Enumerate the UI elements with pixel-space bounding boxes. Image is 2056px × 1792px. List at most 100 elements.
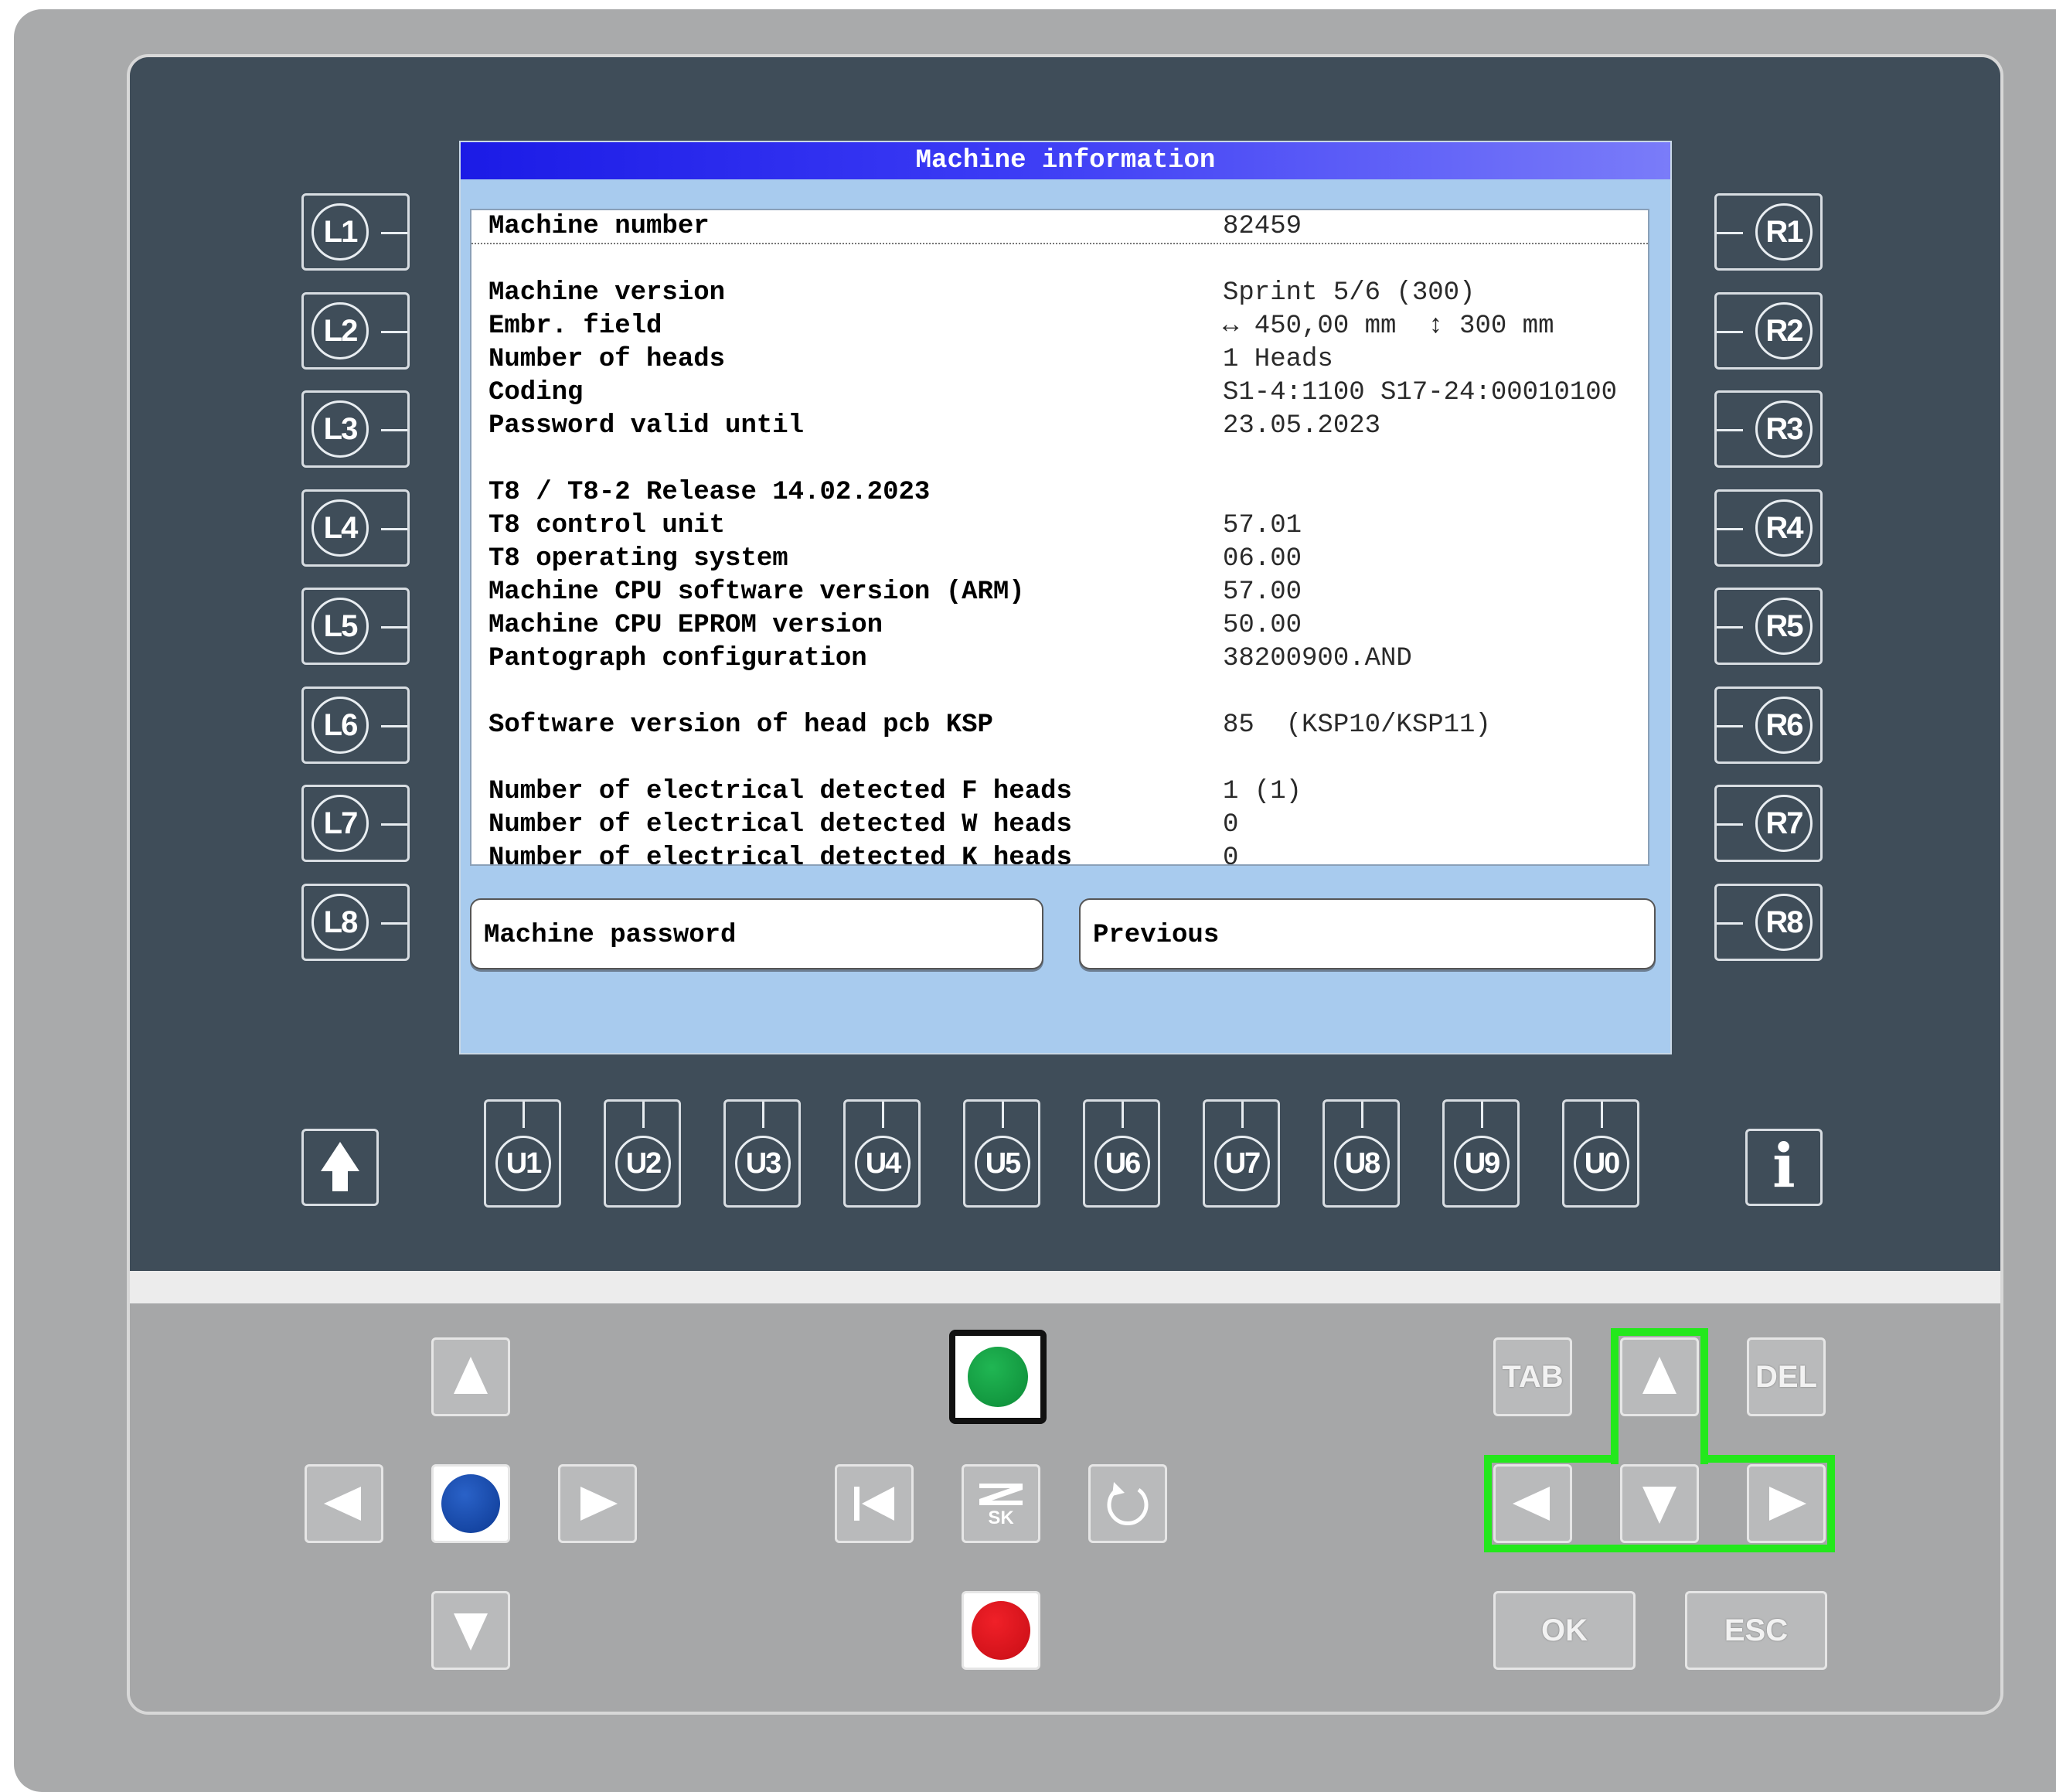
softkey-u8[interactable]: U8	[1322, 1099, 1400, 1208]
softkey-label: L8	[311, 893, 369, 951]
softkey-connector	[381, 429, 407, 431]
softkey-connector	[381, 724, 407, 727]
green-start-icon	[968, 1347, 1028, 1407]
softkey-r3[interactable]: R3	[1714, 390, 1823, 468]
previous-button[interactable]: Previous	[1079, 898, 1656, 969]
softkey-label: U3	[735, 1136, 791, 1191]
machine-password-button[interactable]: Machine password	[470, 898, 1043, 969]
up-arrow-icon	[321, 1142, 359, 1191]
red-stop-icon	[972, 1601, 1030, 1660]
nav-down-button[interactable]	[1620, 1464, 1699, 1543]
del-button[interactable]: DEL	[1747, 1337, 1826, 1416]
softkey-label: U4	[855, 1136, 911, 1191]
softkey-r2[interactable]: R2	[1714, 291, 1823, 370]
triangle-up-icon	[1642, 1357, 1676, 1394]
info-row-label: Embr. field	[488, 312, 662, 341]
pad-left-button[interactable]	[305, 1464, 383, 1543]
softkey-l5[interactable]: L5	[301, 588, 410, 665]
softkey-r7[interactable]: R7	[1714, 785, 1823, 862]
softkey-label: R1	[1755, 203, 1813, 261]
triangle-down-icon	[454, 1613, 488, 1651]
softkey-r6[interactable]: R6	[1714, 686, 1823, 764]
softkey-connector	[1002, 1102, 1004, 1128]
info-row-label: Number of heads	[488, 345, 726, 374]
panel-divider	[130, 1271, 2000, 1303]
info-row-label: Password valid until	[488, 411, 805, 441]
ok-button[interactable]: OK	[1493, 1591, 1636, 1670]
softkey-connector	[381, 232, 407, 234]
screen-title: Machine information	[461, 142, 1670, 179]
softkey-r5[interactable]: R5	[1714, 588, 1823, 665]
pad-down-button[interactable]	[431, 1591, 510, 1670]
tab-button[interactable]: TAB	[1493, 1337, 1572, 1416]
triangle-down-icon	[1642, 1487, 1676, 1524]
softkey-r4[interactable]: R4	[1714, 489, 1823, 567]
softkey-label: R5	[1755, 598, 1813, 655]
softkey-u3[interactable]: U3	[723, 1099, 801, 1208]
nav-left-button[interactable]	[1493, 1464, 1572, 1543]
softkey-r8[interactable]: R8	[1714, 883, 1823, 961]
softkey-label: U5	[975, 1136, 1030, 1191]
blue-dot-icon	[441, 1474, 500, 1533]
triangle-up-icon	[454, 1357, 488, 1394]
info-row-label: T8 control unit	[488, 511, 726, 540]
nav-right-button[interactable]	[1747, 1464, 1826, 1543]
softkey-connector	[1717, 429, 1743, 431]
zsk-logo-button[interactable]: SK	[962, 1464, 1040, 1543]
softkey-label: L2	[311, 302, 369, 359]
pad-center-blue-button[interactable]	[431, 1464, 510, 1543]
softkey-label: U6	[1094, 1136, 1150, 1191]
reload-button[interactable]	[1088, 1464, 1167, 1543]
softkey-label: U7	[1214, 1136, 1270, 1191]
softkey-l7[interactable]: L7	[301, 785, 410, 862]
softkey-u6[interactable]: U6	[1083, 1099, 1160, 1208]
info-row-label: Machine CPU EPROM version	[488, 611, 883, 640]
softkey-u0[interactable]: U0	[1562, 1099, 1639, 1208]
control-panel-device: L1 L2 L3 L4 L5 L6 L7 L8 R1 R2 R3 R4 R5 R6 R7 R8 Machin…	[14, 9, 2056, 1792]
info-row-value: Sprint 5/6 (300)	[1223, 278, 1476, 308]
start-button[interactable]	[949, 1330, 1047, 1424]
info-row-value: 06.00	[1223, 544, 1302, 574]
info-row-value: 57.01	[1223, 511, 1302, 540]
softkey-r1[interactable]: R1	[1714, 193, 1823, 271]
softkey-u4[interactable]: U4	[843, 1099, 921, 1208]
softkey-u9[interactable]: U9	[1442, 1099, 1520, 1208]
info-row-value: 1 (1)	[1223, 777, 1302, 806]
machine-info-list[interactable]: Machine number 82459 Machine version Sprint…	[470, 209, 1649, 866]
softkey-label: L1	[311, 203, 369, 261]
stop-button[interactable]	[962, 1591, 1040, 1670]
softkey-label: L5	[311, 598, 369, 655]
softkey-connector	[381, 330, 407, 333]
info-row-value: 0	[1223, 843, 1239, 866]
softkey-u1[interactable]: U1	[484, 1099, 561, 1208]
softkey-connector	[1241, 1102, 1244, 1128]
softkey-connector	[381, 626, 407, 629]
esc-button[interactable]: ESC	[1685, 1591, 1827, 1670]
info-row-value: 38200900.AND	[1223, 644, 1412, 673]
softkey-l6[interactable]: L6	[301, 686, 410, 764]
info-row-label: Number of electrical detected K heads	[488, 843, 1072, 866]
softkey-u5[interactable]: U5	[963, 1099, 1040, 1208]
pad-right-button[interactable]	[558, 1464, 637, 1543]
softkey-label: L4	[311, 499, 369, 557]
pad-up-button[interactable]	[431, 1337, 510, 1416]
info-row-label: Pantograph configuration	[488, 644, 867, 673]
shift-up-key[interactable]	[301, 1129, 379, 1206]
nav-up-button[interactable]	[1620, 1337, 1699, 1416]
display-section: L1 L2 L3 L4 L5 L6 L7 L8 R1 R2 R3 R4 R5 R6 R7 R8 Machin…	[130, 57, 2000, 1271]
softkey-label: R8	[1755, 893, 1813, 951]
softkey-l4[interactable]: L4	[301, 489, 410, 567]
softkey-connector	[1481, 1102, 1483, 1128]
info-row-value: 85 (KSP10/KSP11)	[1223, 710, 1491, 740]
softkey-l8[interactable]: L8	[301, 883, 410, 961]
softkey-l2[interactable]: L2	[301, 291, 410, 370]
go-to-start-button[interactable]	[835, 1464, 914, 1543]
softkey-u2[interactable]: U2	[604, 1099, 681, 1208]
softkey-u7[interactable]: U7	[1203, 1099, 1280, 1208]
info-key[interactable]: i	[1745, 1129, 1823, 1206]
triangle-left-icon	[324, 1487, 361, 1521]
info-row-label: Machine version	[488, 278, 726, 308]
softkey-l1[interactable]: L1	[301, 193, 410, 271]
softkey-l3[interactable]: L3	[301, 390, 410, 468]
softkey-label: R3	[1755, 400, 1813, 458]
